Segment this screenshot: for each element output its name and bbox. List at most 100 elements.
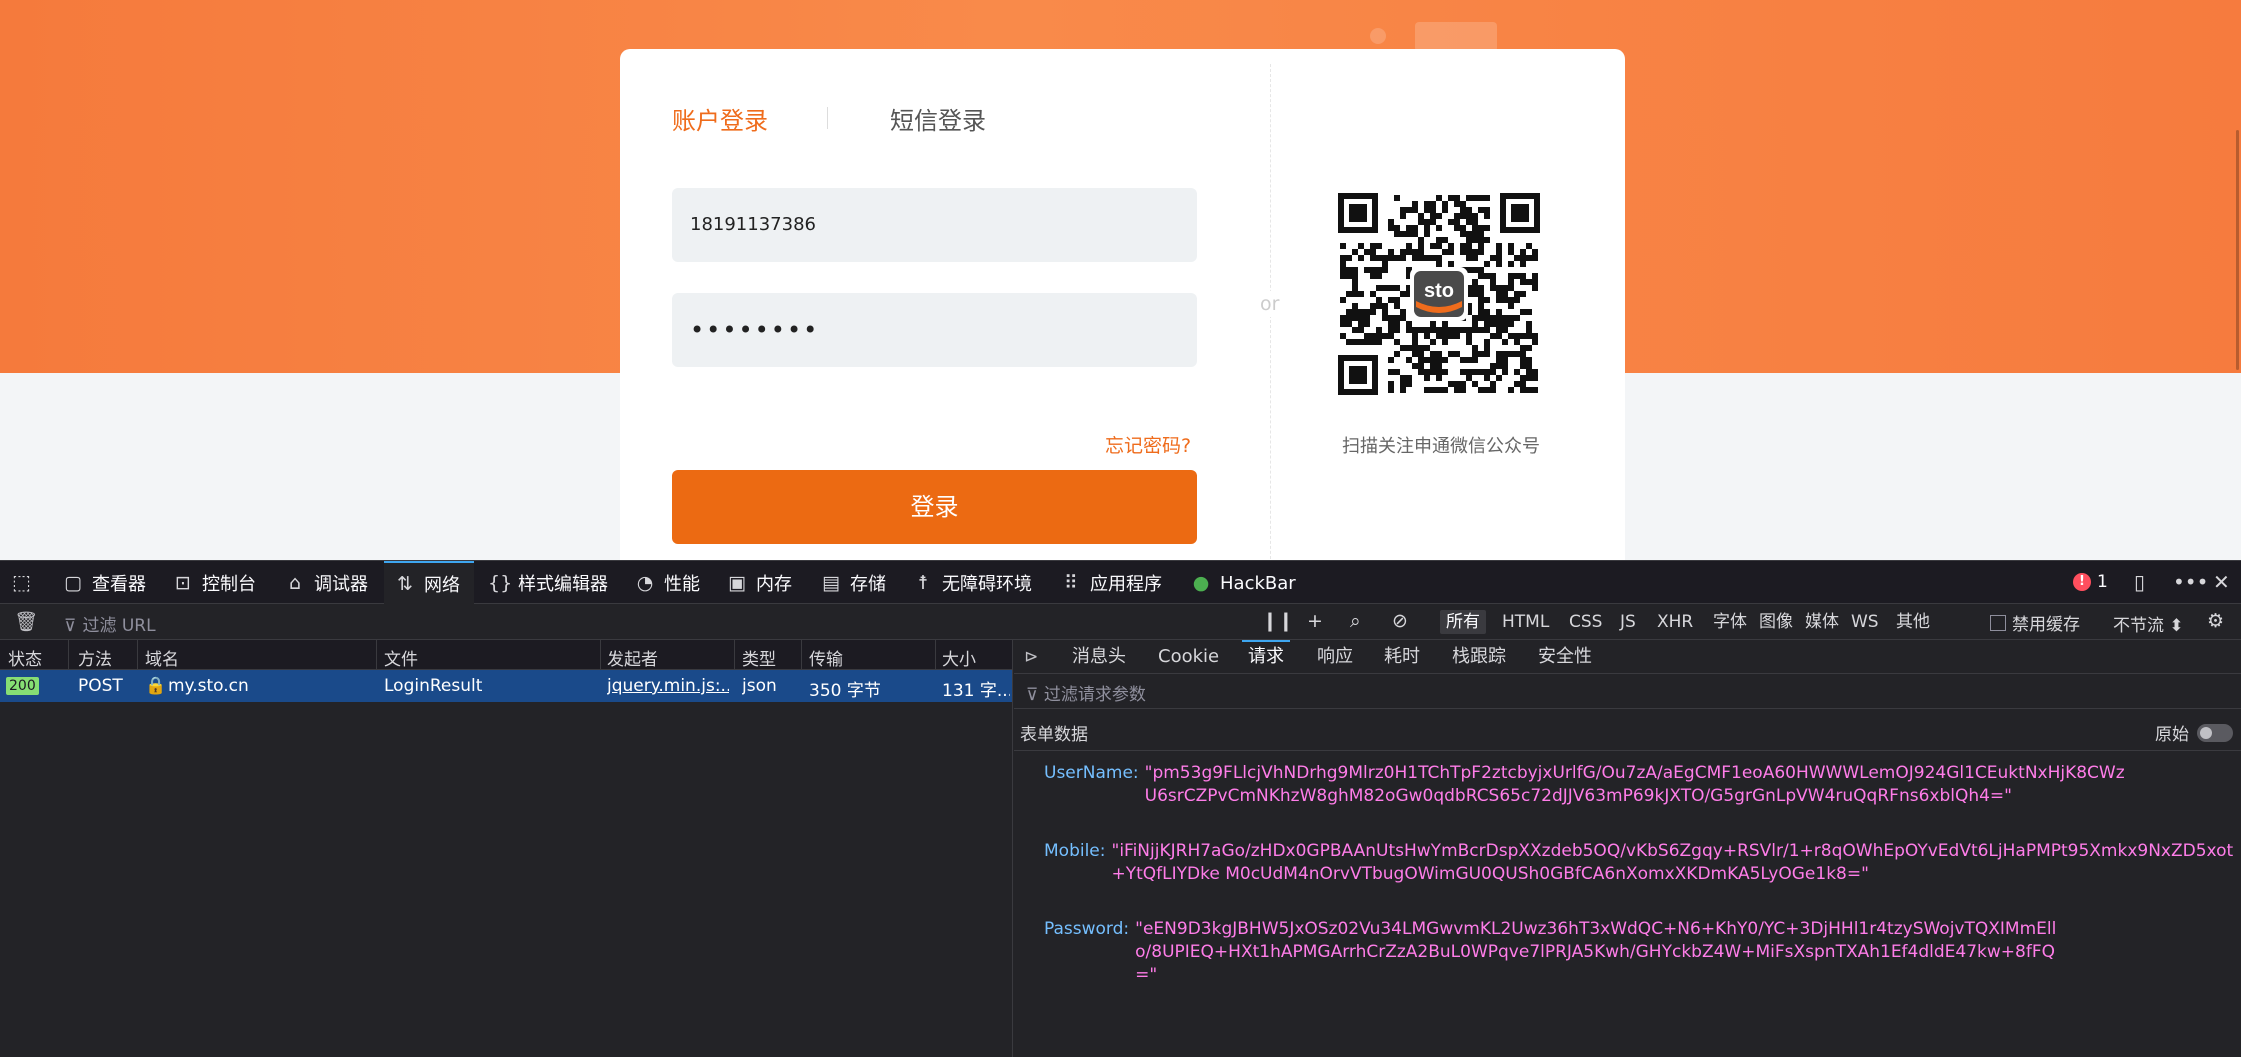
qr-module — [1442, 237, 1448, 243]
devtools-tab-application[interactable]: ⠿ 应用程序 — [1060, 561, 1162, 605]
column-header-status[interactable]: 状态 — [8, 645, 42, 670]
type-filter-font[interactable]: 字体 — [1707, 610, 1753, 634]
request-list: 状态 方法 域名 文件 发起者 类型 传输 大小 200 POST 🔒 my.s… — [0, 640, 1013, 1057]
devtools-tab-performance[interactable]: ◔ 性能 — [634, 561, 700, 605]
login-button[interactable]: 登录 — [672, 470, 1197, 544]
filter-params-input[interactable]: ⊽ 过滤请求参数 — [1026, 680, 1146, 705]
qr-module — [1466, 219, 1472, 225]
devtools-tab-debugger[interactable]: ⌂ 调试器 — [284, 561, 368, 605]
qr-module — [1418, 357, 1424, 363]
devtools-tab-memory[interactable]: ▣ 内存 — [726, 561, 792, 605]
param-mobile[interactable]: Mobile: "iFiNjjKJRH7aGo/zHDx0GPBAAnUtsHw… — [1044, 840, 2239, 886]
param-password[interactable]: Password: "eEN9D3kgJBHW5JxOSz02Vu34LMGwv… — [1044, 918, 2064, 987]
devtools-tab-style-editor[interactable]: {} 样式编辑器 — [488, 561, 608, 605]
qr-module — [1472, 321, 1478, 327]
devtools-tab-hackbar[interactable]: ● HackBar — [1190, 561, 1296, 605]
qr-module — [1466, 237, 1472, 243]
type-filter-css[interactable]: CSS — [1563, 610, 1608, 634]
column-header-method[interactable]: 方法 — [78, 645, 112, 670]
qr-module — [1340, 321, 1346, 327]
type-filter-xhr[interactable]: XHR — [1651, 610, 1699, 634]
column-header-domain[interactable]: 域名 — [145, 645, 179, 670]
qr-module — [1388, 327, 1394, 333]
tab-sms-login[interactable]: 短信登录 — [890, 101, 986, 136]
qr-module — [1484, 213, 1490, 219]
tab-stack-trace[interactable]: 栈跟踪 — [1446, 640, 1512, 674]
password-input[interactable]: •••••••• — [672, 293, 1197, 367]
type-filter-image[interactable]: 图像 — [1753, 610, 1799, 634]
tab-security[interactable]: 安全性 — [1532, 640, 1598, 674]
raw-toggle[interactable]: 原始 — [2155, 720, 2233, 745]
devtools-tab-console[interactable]: ⊡ 控制台 — [172, 561, 256, 605]
search-icon[interactable]: ⌕ — [1350, 610, 1361, 632]
type-filter-other[interactable]: 其他 — [1890, 610, 1936, 634]
qr-module — [1520, 375, 1526, 381]
column-divider — [801, 640, 802, 670]
disable-cache-checkbox[interactable]: 禁用缓存 — [1990, 610, 2080, 635]
column-header-file[interactable]: 文件 — [384, 645, 418, 670]
type-filter-all[interactable]: 所有 — [1440, 610, 1486, 634]
close-devtools-icon[interactable]: ✕ — [2213, 570, 2230, 594]
filter-url-input[interactable]: ⊽ 过滤 URL — [64, 611, 156, 636]
element-picker-icon[interactable]: ⬚ — [12, 570, 31, 594]
column-header-type[interactable]: 类型 — [742, 645, 776, 670]
devtools-tab-accessibility[interactable]: ☨ 无障碍环境 — [912, 561, 1032, 605]
qr-module — [1454, 201, 1460, 207]
throttle-select[interactable]: 不节流 ⬍ — [2113, 611, 2184, 636]
type-filter-media[interactable]: 媒体 — [1799, 610, 1845, 634]
divider — [1014, 708, 2241, 709]
qr-module — [1472, 279, 1478, 285]
qr-module — [1472, 267, 1478, 273]
settings-gear-icon[interactable]: ⚙ — [2207, 610, 2224, 632]
qr-module — [1400, 249, 1406, 255]
qr-module — [1412, 207, 1418, 213]
request-initiator-link[interactable]: jquery.min.js:... — [607, 676, 729, 696]
type-filter-ws[interactable]: WS — [1845, 610, 1885, 634]
qr-module — [1496, 309, 1502, 315]
tab-cookie[interactable]: Cookie — [1152, 640, 1225, 674]
qr-module — [1364, 267, 1370, 273]
qr-module — [1466, 249, 1472, 255]
add-icon[interactable]: + — [1307, 610, 1323, 632]
qr-module — [1358, 255, 1364, 261]
qr-module — [1436, 369, 1442, 375]
qr-module — [1484, 387, 1490, 393]
responsive-mode-icon[interactable]: ▯ — [2134, 570, 2145, 594]
tab-response[interactable]: 响应 — [1311, 640, 1359, 674]
qr-module — [1436, 333, 1442, 339]
block-icon[interactable]: ⊘ — [1392, 610, 1408, 632]
qr-caption: 扫描关注申通微信公众号 — [1342, 436, 1540, 457]
devtools-tab-storage[interactable]: ▤ 存储 — [820, 561, 886, 605]
qr-module — [1466, 195, 1472, 201]
qr-module — [1352, 273, 1358, 279]
qr-module — [1436, 351, 1442, 357]
qr-module — [1442, 201, 1448, 207]
toggle-sidebar-icon[interactable]: ⊳ — [1024, 647, 1038, 667]
column-header-size[interactable]: 大小 — [942, 645, 976, 670]
devtools-tab-inspector[interactable]: ▢ 查看器 — [62, 561, 146, 605]
page-scrollbar[interactable] — [2236, 130, 2239, 370]
error-count-badge[interactable]: ! 1 — [2073, 572, 2108, 592]
type-filter-html[interactable]: HTML — [1496, 610, 1555, 634]
more-options-icon[interactable]: ••• — [2173, 570, 2208, 594]
tab-account-login[interactable]: 账户登录 — [672, 101, 768, 136]
forgot-password-link[interactable]: 忘记密码? — [1105, 431, 1191, 458]
tab-request[interactable]: 请求 — [1242, 640, 1290, 674]
clear-requests-icon[interactable]: 🗑 — [14, 610, 38, 633]
request-row[interactable]: 200 POST 🔒 my.sto.cn LoginResult jquery.… — [0, 670, 1012, 702]
column-header-initiator[interactable]: 发起者 — [607, 645, 658, 670]
qr-module — [1448, 249, 1454, 255]
tab-timings[interactable]: 耗时 — [1378, 640, 1426, 674]
qr-module — [1430, 219, 1436, 225]
pause-icon[interactable]: ❙❙ — [1262, 610, 1294, 632]
type-filter-js[interactable]: JS — [1614, 610, 1642, 634]
param-username[interactable]: UserName: "pm53g9FLlcjVhNDrhg9Mlrz0H1TCh… — [1044, 762, 2134, 808]
qr-module — [1412, 231, 1418, 237]
tab-headers[interactable]: 消息头 — [1066, 640, 1132, 674]
qr-module — [1490, 333, 1496, 339]
qr-module — [1430, 339, 1436, 345]
qr-module — [1472, 237, 1478, 243]
username-input[interactable]: 18191137386 — [672, 188, 1197, 262]
column-header-transfer[interactable]: 传输 — [809, 645, 843, 670]
devtools-tab-network[interactable]: ⇅ 网络 — [384, 561, 474, 605]
